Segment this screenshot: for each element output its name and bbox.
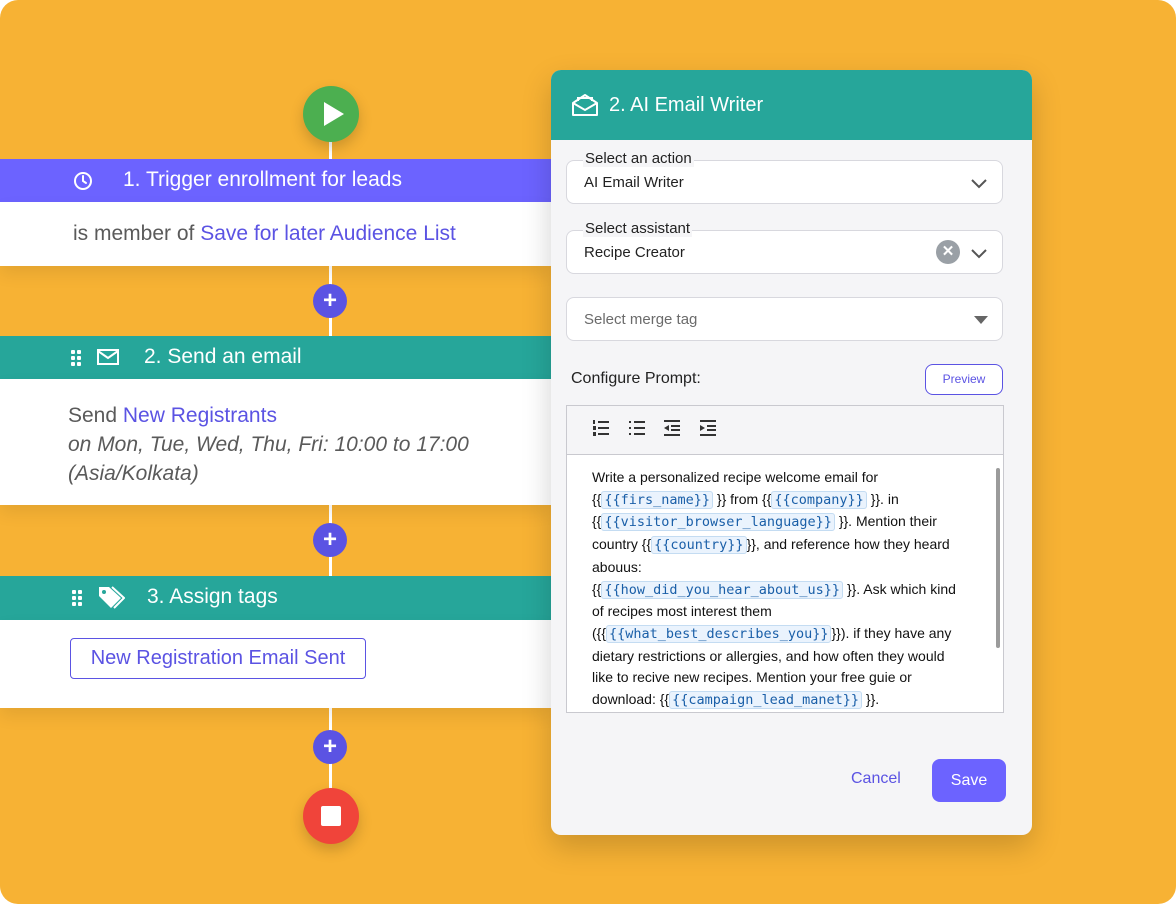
add-step-button[interactable]: + <box>313 523 347 557</box>
ai-email-writer-panel: 2. AI Email Writer AI Email Writer Selec… <box>551 70 1032 835</box>
start-button[interactable] <box>303 86 359 142</box>
plus-icon: + <box>322 287 337 314</box>
add-step-button[interactable]: + <box>313 284 347 318</box>
chevron-down-icon <box>971 249 987 259</box>
panel-header: 2. AI Email Writer <box>551 70 1032 140</box>
stop-button[interactable] <box>303 788 359 844</box>
configure-prompt-label: Configure Prompt: <box>571 370 701 387</box>
merge-tag-token[interactable]: {{visitor_browser_language}} <box>601 513 835 532</box>
action-select-label: Select an action <box>583 150 694 167</box>
send-email-header[interactable]: 2. Send an email <box>0 336 551 379</box>
merge-tag-token[interactable]: {{campaign_lead_manet}} <box>669 691 863 710</box>
assistant-select-label: Select assistant <box>583 220 693 237</box>
stop-icon <box>321 806 341 826</box>
prompt-text-segment: }}. <box>862 691 880 708</box>
tag-chip[interactable]: New Registration Email Sent <box>70 638 366 679</box>
envelope-icon <box>97 349 119 365</box>
bullet-list-icon[interactable] <box>628 419 646 437</box>
clock-icon <box>74 172 92 190</box>
action-select-value: AI Email Writer <box>584 174 684 191</box>
timezone-text: (Asia/Kolkata) <box>68 462 199 485</box>
prompt-text-segment: {{ <box>592 580 602 597</box>
prompt-text-segment: {{ <box>592 490 602 507</box>
editor-toolbar <box>567 406 1003 455</box>
email-name-link[interactable]: New Registrants <box>123 404 277 427</box>
prompt-text-segment: {{ <box>592 513 602 530</box>
prompt-text[interactable]: Write a personalized recipe welcome emai… <box>592 467 962 712</box>
outdent-icon[interactable] <box>663 419 681 437</box>
merge-tag-token[interactable]: {{company}} <box>771 490 867 509</box>
merge-tag-token[interactable]: {{how_did_you_hear_about_us}} <box>601 580 844 599</box>
merge-tag-token[interactable]: {{country}} <box>651 536 747 555</box>
clear-icon[interactable]: ✕ <box>936 240 960 264</box>
send-label: Send <box>68 404 118 427</box>
send-email-body: Send New Registrants on Mon, Tue, Wed, T… <box>0 379 551 505</box>
prompt-editor[interactable]: Write a personalized recipe welcome emai… <box>566 405 1004 713</box>
prompt-text-segment: }}. in <box>866 490 899 507</box>
trigger-body: is member of Save for later Audience Lis… <box>0 202 551 266</box>
email-open-icon <box>572 94 598 116</box>
schedule-text: on Mon, Tue, Wed, Thu, Fri: 10:00 to 17:… <box>68 433 469 456</box>
editor-scrollbar[interactable] <box>995 454 1003 712</box>
prompt-text-segment: ({{ <box>592 624 607 641</box>
tags-icon <box>99 586 125 609</box>
scrollbar-thumb[interactable] <box>996 468 1000 648</box>
trigger-title: 1. Trigger enrollment for leads <box>123 168 402 191</box>
drag-handle-icon[interactable] <box>72 590 82 606</box>
plus-icon: + <box>322 733 337 760</box>
merge-tag-select[interactable]: Select merge tag <box>566 297 1003 341</box>
cancel-button[interactable]: Cancel <box>851 770 901 788</box>
trigger-condition-text: is member of <box>73 222 195 245</box>
preview-button[interactable]: Preview <box>925 364 1003 395</box>
trigger-header[interactable]: 1. Trigger enrollment for leads <box>0 159 551 202</box>
assign-tags-title: 3. Assign tags <box>147 585 278 608</box>
merge-tag-token[interactable]: {{firs_name}} <box>601 490 714 509</box>
prompt-text-segment: Write a personalized recipe welcome emai… <box>592 469 879 485</box>
drag-handle-icon[interactable] <box>71 350 81 366</box>
save-button[interactable]: Save <box>932 759 1006 802</box>
play-icon <box>324 102 344 126</box>
indent-icon[interactable] <box>699 419 717 437</box>
assign-tags-header[interactable]: 3. Assign tags <box>0 576 551 620</box>
merge-tag-placeholder: Select merge tag <box>584 311 698 328</box>
merge-tag-token[interactable]: {{what_best_describes_you}} <box>606 624 832 643</box>
audience-list-link[interactable]: Save for later Audience List <box>200 222 456 245</box>
add-step-button[interactable]: + <box>313 730 347 764</box>
assistant-select-value: Recipe Creator <box>584 244 685 261</box>
caret-down-icon <box>974 316 988 324</box>
ordered-list-icon[interactable] <box>592 419 610 437</box>
chevron-down-icon <box>971 179 987 189</box>
send-email-title: 2. Send an email <box>144 345 302 368</box>
connector-line <box>329 140 332 160</box>
panel-title: 2. AI Email Writer <box>609 94 764 116</box>
prompt-text-segment: }} from {{ <box>713 490 772 507</box>
plus-icon: + <box>322 526 337 553</box>
